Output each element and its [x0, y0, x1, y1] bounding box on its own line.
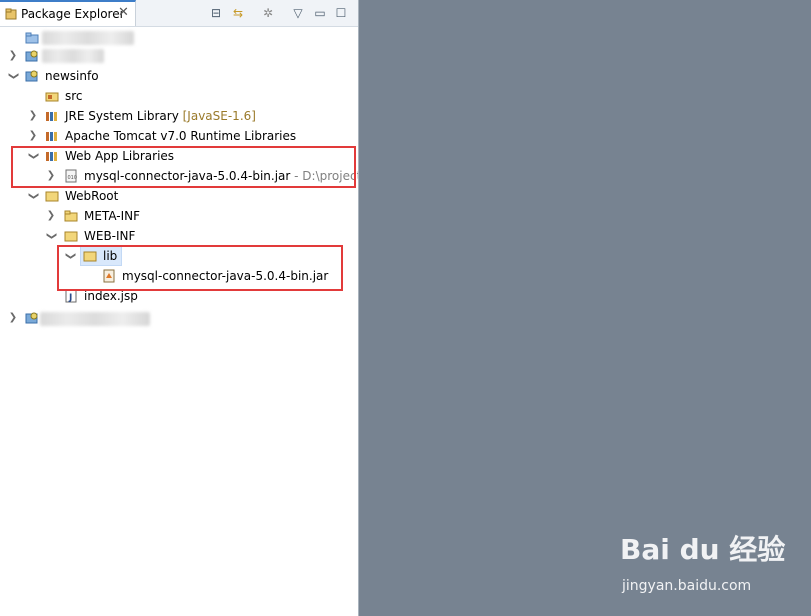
- watermark-brand: Bai du 经验: [620, 533, 786, 566]
- chevron-right-icon[interactable]: ❯: [8, 308, 18, 328]
- tree-row-blurred[interactable]: [0, 28, 358, 48]
- tree-item-label: WebRoot: [65, 189, 119, 203]
- package-explorer-view: Package Explorer ✕ ⊟ ⇆ ✲ ▽ ▭ ☐ ❯ ❯ newsi…: [0, 0, 359, 616]
- editor-area: [361, 0, 811, 616]
- collapse-all-icon[interactable]: ⊟: [208, 4, 224, 22]
- folder-icon: [25, 32, 39, 44]
- view-menu-icon[interactable]: ▽: [291, 4, 305, 22]
- chevron-right-icon[interactable]: ❯: [28, 106, 38, 126]
- gear-icon[interactable]: ✲: [259, 4, 277, 22]
- chevron-down-icon[interactable]: ❯: [23, 191, 43, 201]
- chevron-down-icon[interactable]: ❯: [41, 231, 61, 241]
- tree-item-label: WEB-INF: [84, 229, 136, 243]
- tree-item-src[interactable]: src: [0, 86, 358, 106]
- tree-item-newsinfo[interactable]: ❯ newsinfo: [0, 66, 358, 86]
- redacted-label: [42, 31, 134, 45]
- redacted-label: [42, 49, 104, 63]
- package-explorer-icon: [5, 8, 17, 20]
- annotation-box-lib: [57, 245, 343, 291]
- svg-text:J: J: [68, 293, 72, 303]
- folder-icon: [64, 210, 78, 222]
- library-icon: [46, 132, 57, 141]
- close-icon[interactable]: ✕: [118, 5, 129, 20]
- watermark: Bai du 经验 jingyan.baidu.com: [620, 528, 785, 598]
- tree-item-webroot[interactable]: ❯ WebRoot: [0, 186, 358, 206]
- link-with-editor-icon[interactable]: ⇆: [229, 4, 247, 22]
- watermark-url: jingyan.baidu.com: [622, 578, 752, 594]
- view-tabbar: Package Explorer ✕ ⊟ ⇆ ✲ ▽ ▭ ☐: [0, 0, 358, 27]
- redacted-label: [40, 312, 150, 326]
- chevron-right-icon[interactable]: ❯: [8, 46, 18, 66]
- maximize-icon[interactable]: ☐: [334, 4, 348, 22]
- tree-item-label: newsinfo: [45, 69, 99, 83]
- jre-version: [JavaSE-1.6]: [182, 109, 256, 123]
- project-icon: [25, 70, 38, 82]
- annotation-box-webapp: [11, 146, 356, 188]
- tree-item-jre[interactable]: ❯ JRE System Library [JavaSE-1.6]: [0, 106, 358, 126]
- tree-item-label: META-INF: [84, 209, 141, 223]
- tree-item-web-inf[interactable]: ❯ WEB-INF: [0, 226, 358, 246]
- tree-item-label: src: [65, 89, 83, 103]
- chevron-down-icon[interactable]: ❯: [3, 71, 23, 81]
- chevron-right-icon[interactable]: ❯: [28, 126, 38, 146]
- project-icon: [25, 50, 38, 62]
- tree-row-blurred[interactable]: ❯: [0, 46, 358, 66]
- tab-package-explorer[interactable]: Package Explorer ✕: [0, 0, 136, 26]
- tab-label: Package Explorer: [21, 7, 125, 21]
- library-icon: [46, 112, 57, 121]
- folder-open-icon: [45, 191, 59, 202]
- source-folder-icon: [45, 92, 59, 102]
- project-icon: [25, 312, 38, 324]
- tree-item-tomcat[interactable]: ❯ Apache Tomcat v7.0 Runtime Libraries: [0, 126, 358, 146]
- minimize-icon[interactable]: ▭: [313, 4, 327, 22]
- tree-item-label: Apache Tomcat v7.0 Runtime Libraries: [65, 129, 297, 143]
- jsp-file-icon: J: [65, 289, 77, 303]
- folder-open-icon: [64, 231, 78, 242]
- chevron-right-icon[interactable]: ❯: [46, 206, 56, 226]
- tree-item-meta-inf[interactable]: ❯ META-INF: [0, 206, 358, 226]
- tree-row-blurred[interactable]: ❯: [0, 308, 358, 328]
- tree-item-label: JRE System Library [JavaSE-1.6]: [65, 109, 256, 123]
